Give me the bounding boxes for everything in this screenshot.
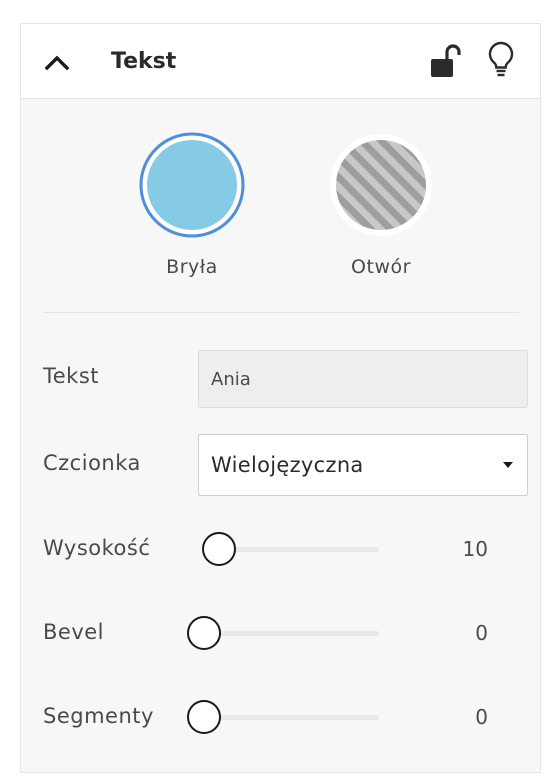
bevel-slider-track[interactable] xyxy=(204,631,379,636)
text-input[interactable] xyxy=(198,350,528,408)
font-select[interactable]: Wielojęzyczna xyxy=(198,434,528,496)
bevel-value: 0 xyxy=(475,621,488,645)
panel-title: Tekst xyxy=(111,49,177,74)
mode-solid-label: Bryła xyxy=(166,256,218,278)
striped-hole-icon xyxy=(330,134,432,236)
mode-hole-option[interactable]: Otwór xyxy=(326,132,436,278)
hole-swatch xyxy=(328,132,434,238)
mode-hole-label: Otwór xyxy=(351,256,411,278)
height-slider-knob[interactable] xyxy=(202,532,236,566)
unlocked-padlock-icon xyxy=(431,44,461,77)
font-select-value: Wielojęzyczna xyxy=(211,453,364,477)
segments-value: 0 xyxy=(475,705,488,729)
lock-button[interactable] xyxy=(429,42,461,80)
height-slider-track[interactable] xyxy=(217,547,379,552)
font-field-label: Czcionka xyxy=(43,451,141,475)
text-field-label: Tekst xyxy=(43,364,100,388)
panel-header: Tekst xyxy=(21,24,540,99)
segments-slider-label: Segmenty xyxy=(43,704,154,728)
height-slider-label: Wysokość xyxy=(43,536,151,560)
dropdown-caret-icon xyxy=(503,462,513,468)
height-value: 10 xyxy=(462,537,488,561)
segments-slider-knob[interactable] xyxy=(187,700,221,734)
chevron-up-icon xyxy=(44,55,70,71)
lightbulb-icon xyxy=(488,41,514,77)
solid-circle-icon xyxy=(139,132,245,238)
bevel-slider-label: Bevel xyxy=(43,620,105,644)
collapse-button[interactable] xyxy=(41,46,73,78)
solid-swatch xyxy=(139,132,245,238)
mode-solid-option[interactable]: Bryła xyxy=(137,132,247,278)
bevel-slider-knob[interactable] xyxy=(187,616,221,650)
segments-slider-track[interactable] xyxy=(204,715,379,720)
visibility-button[interactable] xyxy=(485,40,517,80)
shape-properties-panel: Tekst Bryła Otwór Tekst Ania Czcionka Wi… xyxy=(20,23,541,773)
section-divider xyxy=(43,312,519,313)
